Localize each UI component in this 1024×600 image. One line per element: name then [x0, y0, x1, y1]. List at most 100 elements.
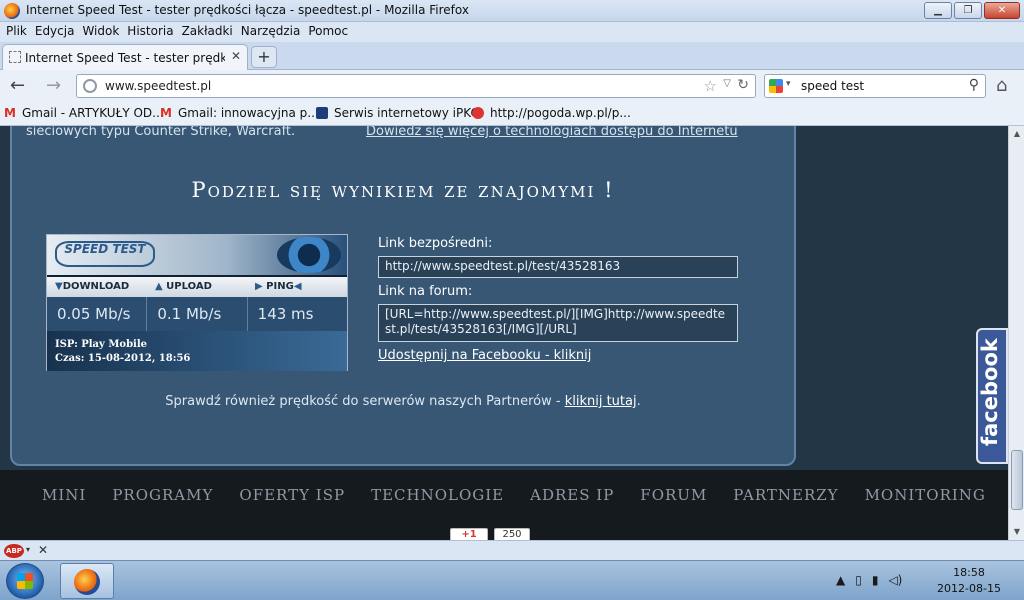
back-button[interactable]: ← [10, 75, 25, 96]
footer-nav-mini[interactable]: MINI [42, 486, 86, 504]
partners-text: Sprawdź również prędkość do serwerów nas… [165, 394, 565, 409]
footer-nav-programy[interactable]: PROGRAMY [112, 486, 213, 504]
reload-icon[interactable]: ↻ [737, 77, 749, 93]
close-button[interactable]: ✕ [984, 2, 1020, 19]
upload-label: ▲ UPLOAD [155, 281, 212, 292]
footer-nav-adres-ip[interactable]: ADRES IP [530, 486, 614, 504]
forum-link-field[interactable]: [URL=http://www.speedtest.pl/][IMG]http:… [378, 304, 738, 342]
footer-nav-technologie[interactable]: TECHNOLOGIE [371, 486, 504, 504]
search-engine-dropdown-icon[interactable]: ▾ [786, 79, 791, 89]
menu-historia[interactable]: Historia [125, 22, 179, 42]
scroll-down-icon[interactable]: ▼ [1010, 524, 1024, 540]
start-button[interactable] [6, 563, 44, 599]
clock-date: 2012-08-15 [937, 582, 1001, 595]
bookmark-gmail-2[interactable]: M Gmail: innowacyjna p... [160, 106, 319, 120]
menu-narzedzia[interactable]: Narzędzia [239, 22, 307, 42]
gmail-icon: M [4, 106, 16, 120]
bookmark-label: Serwis internetowy iPKO [334, 106, 480, 120]
page-content: sieciowych typu Counter Strike, Warcraft… [0, 126, 1008, 540]
bookmark-label: Gmail - ARTYKUŁY OD... [21, 106, 164, 120]
forum-link-label: Link na forum: [378, 284, 473, 299]
menu-edycja[interactable]: Edycja [33, 22, 81, 42]
direct-link-label: Link bezpośredni: [378, 236, 493, 251]
weather-icon [472, 107, 484, 119]
taskbar-clock[interactable]: 18:58 2012-08-15 [930, 565, 1008, 597]
result-card-footer: ISP: Play Mobile Czas: 15-08-2012, 18:56 [47, 331, 347, 371]
direct-link-field[interactable]: http://www.speedtest.pl/test/43528163 [378, 256, 738, 278]
menu-plik[interactable]: Plik [4, 22, 33, 42]
taskbar-firefox-button[interactable] [60, 563, 114, 599]
firefox-icon [74, 569, 100, 595]
clock-time: 18:58 [953, 566, 985, 579]
bookmarks-bar: M Gmail - ARTYKUŁY OD... M Gmail: innowacy… [0, 102, 1024, 126]
tab-bar: Internet Speed Test - tester prędkości ł… [0, 42, 1024, 70]
footer-nav-oferty-isp[interactable]: OFERTY ISP [239, 486, 345, 504]
google-icon[interactable] [769, 79, 783, 93]
pko-icon [316, 107, 328, 119]
technology-link[interactable]: Dowiedz się więcej o technologiach dostę… [366, 126, 738, 139]
search-bar[interactable]: ▾ speed test ⚲ [764, 74, 986, 98]
upload-label-text: UPLOAD [166, 281, 212, 292]
eye-graphic-icon [277, 237, 341, 273]
forward-button[interactable]: → [46, 75, 61, 96]
battery-icon[interactable]: ▯ [855, 573, 862, 587]
window-title: Internet Speed Test - tester prędkości ł… [26, 3, 469, 17]
navigation-bar: ← → www.speedtest.pl ☆ ▽ ↻ ▾ speed test … [0, 70, 1024, 102]
minimize-button[interactable]: ▁ [924, 2, 952, 19]
home-icon[interactable]: ⌂ [996, 75, 1007, 96]
menu-pomoc[interactable]: Pomoc [306, 22, 354, 42]
bookmark-gmail-1[interactable]: M Gmail - ARTYKUŁY OD... [4, 106, 164, 120]
maximize-button[interactable]: ❐ [954, 2, 982, 19]
tray-expand-icon[interactable]: ▲ [836, 573, 845, 587]
footer-nav-monitoring[interactable]: MONITORING [865, 486, 986, 504]
network-icon[interactable]: ▮ [872, 573, 879, 587]
tab-label: Internet Speed Test - tester prędkości ł… [25, 51, 225, 65]
upload-value: 0.1 Mb/s [147, 297, 248, 331]
search-input[interactable]: speed test [801, 79, 864, 93]
addon-bar-close-icon[interactable]: ✕ [38, 543, 48, 557]
footer-nav-forum[interactable]: FORUM [640, 486, 707, 504]
menu-zakladki[interactable]: Zakładki [180, 22, 239, 42]
scroll-up-icon[interactable]: ▲ [1010, 126, 1024, 142]
facebook-share-link[interactable]: Udostępnij na Facebooku - kliknij [378, 348, 591, 363]
partners-end: . [636, 394, 641, 409]
title-bar: Internet Speed Test - tester prędkości ł… [0, 0, 1024, 22]
google-plus-count: 250 [494, 528, 530, 540]
menu-bar: Plik Edycja Widok Historia Zakładki Narz… [0, 22, 1024, 42]
result-card-header: SPEED TEST [47, 235, 347, 275]
vertical-scrollbar[interactable]: ▲ ▼ [1008, 126, 1024, 540]
menu-widok[interactable]: Widok [80, 22, 125, 42]
isp-text: ISP: Play Mobile [55, 339, 148, 350]
time-text: Czas: 15-08-2012, 18:56 [55, 353, 191, 364]
new-tab-button[interactable]: + [251, 46, 277, 68]
page-icon [9, 51, 21, 63]
result-values: 0.05 Mb/s 0.1 Mb/s 143 ms [47, 297, 347, 331]
tab-close-icon[interactable]: ✕ [231, 49, 241, 63]
result-labels: ▼DOWNLOAD ▲ UPLOAD ▶ PING◀ [47, 277, 347, 297]
windows-logo-icon [17, 573, 33, 589]
google-plus-button[interactable]: +1 [450, 528, 488, 540]
partners-link[interactable]: kliknij tutaj [565, 394, 637, 409]
adblock-dropdown-icon[interactable]: ▾ [26, 545, 30, 554]
bookmark-pogoda[interactable]: http://pogoda.wp.pl/p... [472, 106, 631, 120]
volume-icon[interactable]: ◁) [888, 573, 902, 587]
tab-speedtest[interactable]: Internet Speed Test - tester prędkości ł… [2, 44, 248, 70]
adblock-plus-icon[interactable]: ABP [4, 544, 24, 558]
download-label-text: DOWNLOAD [62, 281, 130, 292]
system-tray: ▲ ▯ ▮ ◁) [836, 573, 902, 587]
result-card: SPEED TEST ▼DOWNLOAD ▲ UPLOAD ▶ PING◀ 0.… [46, 234, 348, 371]
gmail-icon: M [160, 106, 172, 120]
url-text[interactable]: www.speedtest.pl [105, 79, 211, 93]
search-icon[interactable]: ⚲ [969, 77, 979, 93]
url-dropdown-icon[interactable]: ▽ [723, 78, 731, 89]
url-bar[interactable]: www.speedtest.pl ☆ ▽ ↻ [76, 74, 756, 98]
ping-label-text: PING [266, 281, 294, 292]
footer-nav: MINI PROGRAMY OFERTY ISP TECHNOLOGIE ADR… [0, 470, 1008, 540]
intro-text: sieciowych typu Counter Strike, Warcraft… [26, 126, 296, 139]
bookmark-star-icon[interactable]: ☆ [704, 77, 717, 95]
bookmark-ipko[interactable]: Serwis internetowy iPKO [316, 106, 480, 120]
footer-nav-partnerzy[interactable]: PARTNERZY [733, 486, 838, 504]
scroll-thumb[interactable] [1011, 450, 1023, 510]
facebook-side-tab[interactable]: facebook [976, 328, 1008, 464]
download-label: ▼DOWNLOAD [55, 281, 130, 292]
